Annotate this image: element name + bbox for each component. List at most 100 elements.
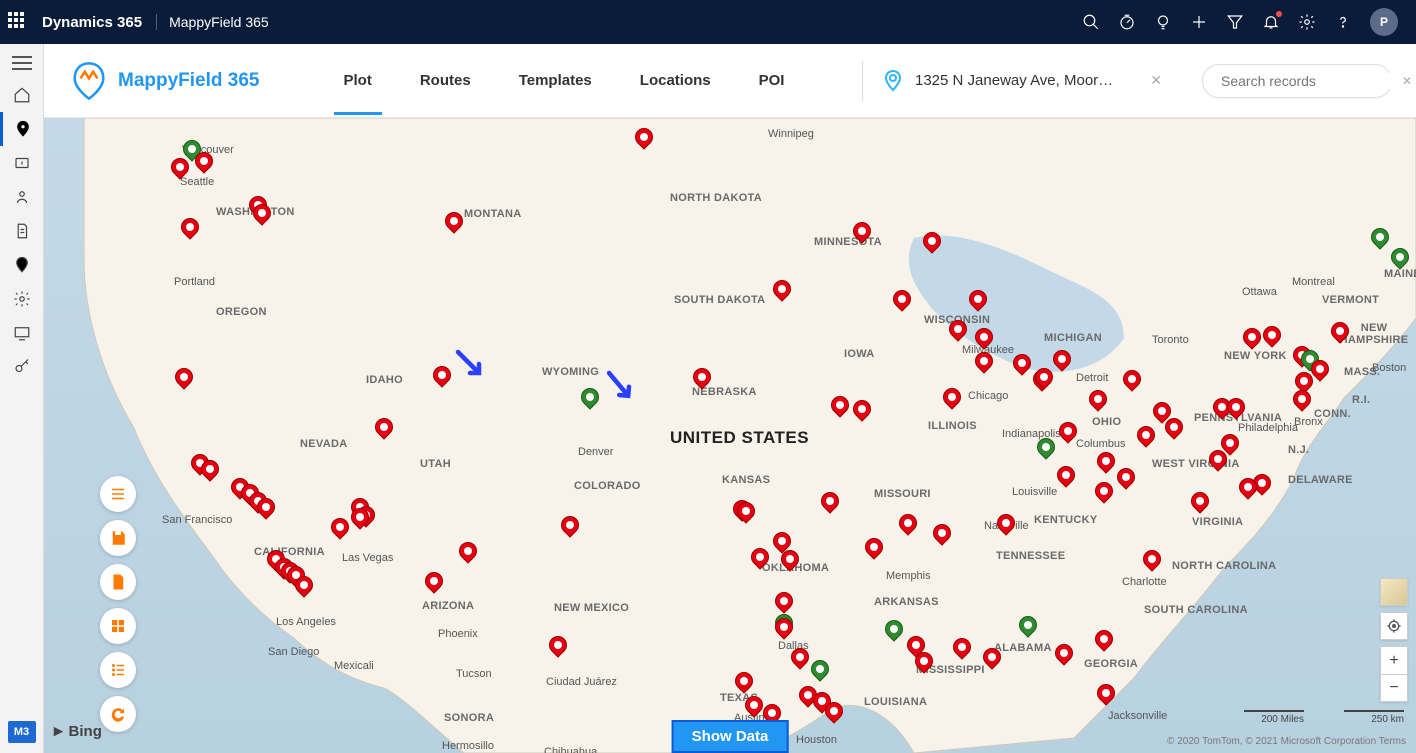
map-pin[interactable] [425, 572, 443, 598]
map-pin[interactable] [1143, 550, 1161, 576]
map-pin[interactable] [1391, 248, 1409, 274]
map-pin[interactable] [1263, 326, 1281, 352]
map-pin[interactable] [1239, 478, 1257, 504]
gear-icon[interactable] [0, 282, 44, 316]
map-pin[interactable] [745, 696, 763, 722]
map-pin[interactable] [1097, 452, 1115, 478]
map-pin[interactable] [1089, 390, 1107, 416]
map-pin[interactable] [1095, 482, 1113, 508]
map-pin[interactable] [201, 460, 219, 486]
zoom-in-button[interactable]: + [1380, 646, 1408, 674]
map-pin[interactable] [1191, 492, 1209, 518]
map-pin[interactable] [433, 366, 451, 392]
map-pin[interactable] [781, 550, 799, 576]
map-pin[interactable] [811, 660, 829, 686]
settings-icon[interactable] [1298, 13, 1316, 31]
map-pin[interactable] [885, 620, 903, 646]
tab-routes[interactable]: Routes [416, 47, 475, 114]
map-pin[interactable] [1227, 398, 1245, 424]
map-pin[interactable] [949, 320, 967, 346]
map-pin[interactable] [375, 418, 393, 444]
person-pin-icon[interactable] [0, 180, 44, 214]
map-pin[interactable] [1311, 360, 1329, 386]
search-icon[interactable] [1082, 13, 1100, 31]
map-pin[interactable] [1019, 616, 1037, 642]
map-pin[interactable] [923, 232, 941, 258]
map-pin[interactable] [893, 290, 911, 316]
tab-templates[interactable]: Templates [515, 47, 596, 114]
map-pin[interactable] [773, 280, 791, 306]
map-pin[interactable] [1053, 350, 1071, 376]
map-pin[interactable] [1293, 390, 1311, 416]
map-pin[interactable] [181, 218, 199, 244]
map-pin[interactable] [195, 152, 213, 178]
map-pin[interactable] [821, 492, 839, 518]
help-icon[interactable] [1334, 13, 1352, 31]
lightbulb-icon[interactable] [1154, 13, 1172, 31]
tab-poi[interactable]: POI [755, 47, 789, 114]
map-pin[interactable] [1095, 630, 1113, 656]
map-pin[interactable] [1037, 438, 1055, 464]
map-pin[interactable] [975, 328, 993, 354]
m3-badge[interactable]: M3 [8, 721, 36, 743]
map-pin[interactable] [735, 672, 753, 698]
clear-search-icon[interactable]: ✕ [1402, 74, 1412, 88]
map-pin[interactable] [1137, 426, 1155, 452]
map-pin-icon[interactable] [0, 146, 44, 180]
zoom-out-button[interactable]: − [1380, 674, 1408, 702]
pin-icon[interactable] [0, 112, 44, 146]
plus-icon[interactable] [1190, 13, 1208, 31]
map-pin[interactable] [459, 542, 477, 568]
map-pin[interactable] [1331, 322, 1349, 348]
map-pin[interactable] [171, 158, 189, 184]
map-pin[interactable] [693, 368, 711, 394]
map-pin[interactable] [983, 648, 1001, 674]
map-pin[interactable] [1117, 468, 1135, 494]
legend-icon[interactable] [100, 652, 136, 688]
map-pin[interactable] [997, 514, 1015, 540]
clear-location-icon[interactable]: ✕ [1150, 72, 1162, 89]
save-icon[interactable] [100, 520, 136, 556]
map-pin[interactable] [953, 638, 971, 664]
grid-icon[interactable] [100, 608, 136, 644]
map-pin[interactable] [1097, 684, 1115, 710]
tab-plot[interactable]: Plot [340, 47, 376, 114]
monitor-icon[interactable] [0, 316, 44, 350]
map-pin[interactable] [1371, 228, 1389, 254]
map-pin[interactable] [635, 128, 653, 154]
map-pin[interactable] [253, 204, 271, 230]
home-icon[interactable] [0, 78, 44, 112]
map-pin[interactable] [295, 576, 313, 602]
key-icon[interactable] [0, 350, 44, 384]
map-pin[interactable] [1035, 368, 1053, 394]
map-pin[interactable] [1057, 466, 1075, 492]
map-pin[interactable] [865, 538, 883, 564]
map-pin[interactable] [581, 388, 599, 414]
map-pin[interactable] [853, 222, 871, 248]
map-pin[interactable] [975, 352, 993, 378]
map-pin[interactable] [791, 648, 809, 674]
map-pin[interactable] [969, 290, 987, 316]
location-icon[interactable] [0, 248, 44, 282]
file-icon[interactable] [100, 564, 136, 600]
layers-icon[interactable] [1380, 578, 1408, 606]
map-pin[interactable] [899, 514, 917, 540]
refresh-icon[interactable] [100, 696, 136, 732]
search-input[interactable] [1221, 73, 1402, 89]
notification-icon[interactable] [1262, 13, 1280, 31]
map-pin[interactable] [751, 548, 769, 574]
menu-icon[interactable] [12, 56, 32, 70]
list-icon[interactable] [100, 476, 136, 512]
map-pin[interactable] [257, 498, 275, 524]
map-pin[interactable] [1059, 422, 1077, 448]
user-avatar[interactable]: P [1370, 8, 1398, 36]
map-pin[interactable] [831, 396, 849, 422]
document-icon[interactable] [0, 214, 44, 248]
app-logo[interactable]: MappyField 365 [68, 60, 260, 102]
map-pin[interactable] [561, 516, 579, 542]
map-pin[interactable] [1013, 354, 1031, 380]
map-pin[interactable] [915, 652, 933, 678]
show-data-button[interactable]: Show Data [672, 720, 789, 753]
map-pin[interactable] [933, 524, 951, 550]
map-pin[interactable] [331, 518, 349, 544]
